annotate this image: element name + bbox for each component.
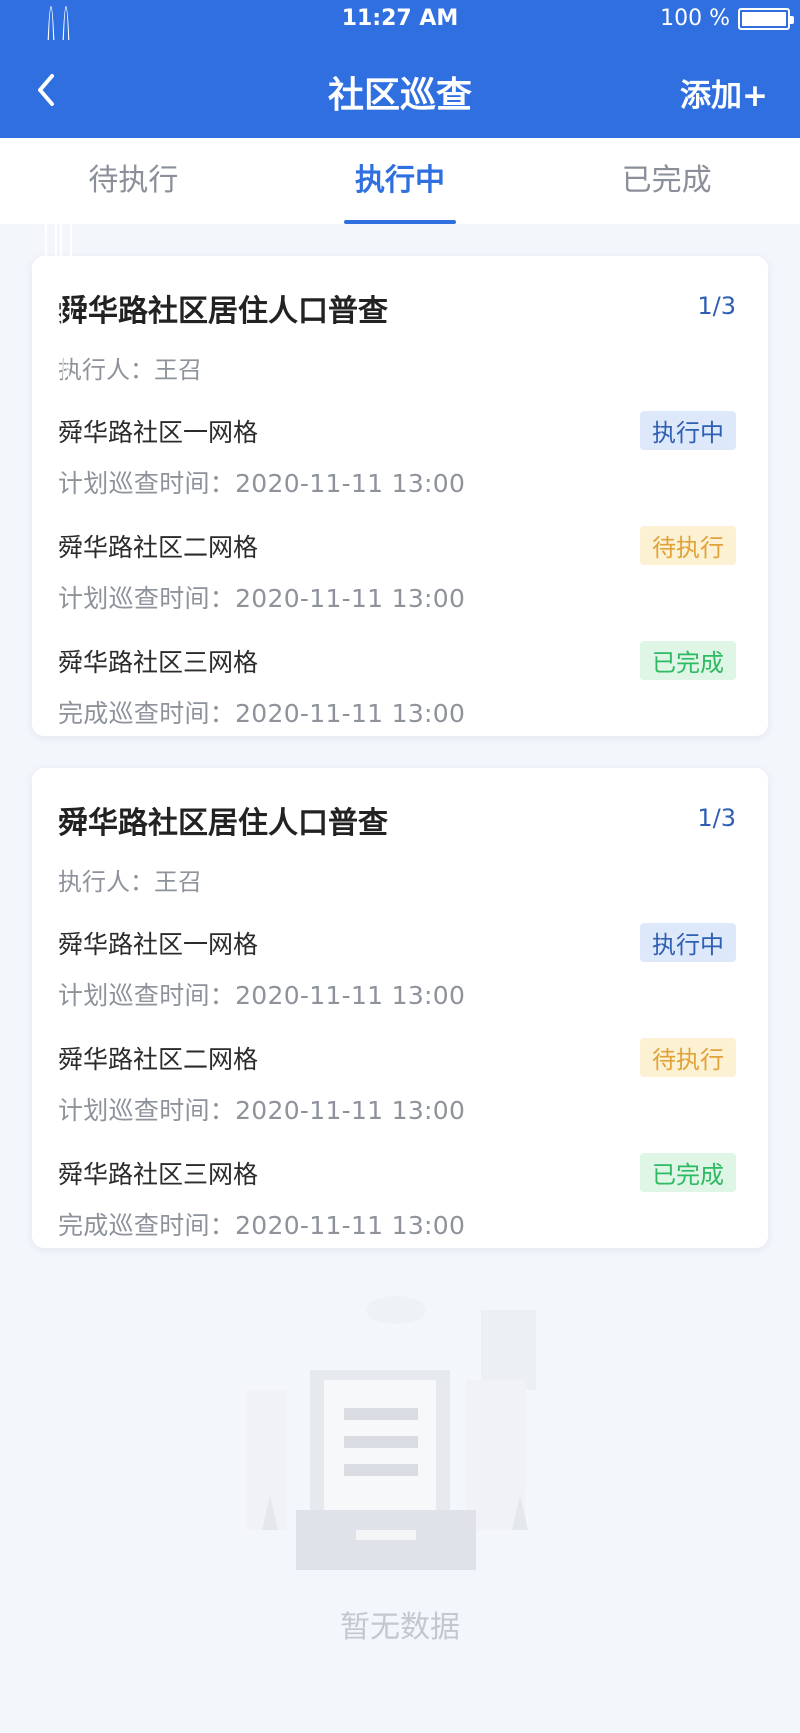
empty-document-illustration bbox=[246, 1296, 536, 1570]
nav-bar: 社区巡查 添加+ bbox=[0, 40, 800, 138]
task-item[interactable]: 舜华路社区二网格 待执行 计划巡查时间：2020-11-11 13:00 bbox=[58, 1038, 736, 1127]
status-badge: 已完成 bbox=[640, 641, 736, 680]
status-right: 100 % bbox=[660, 6, 794, 31]
empty-state: 暂无数据 bbox=[0, 1280, 800, 1680]
card-progress: 1/3 bbox=[697, 804, 736, 832]
battery-percent: 100 % bbox=[660, 6, 730, 31]
battery-icon bbox=[738, 7, 794, 30]
task-time: 计划巡查时间：2020-11-11 13:00 bbox=[58, 584, 466, 613]
add-button[interactable]: 添加+ bbox=[680, 70, 768, 115]
task-item[interactable]: 舜华路社区二网格 待执行 计划巡查时间：2020-11-11 13:00 bbox=[58, 526, 736, 615]
tab-completed[interactable]: 已完成 bbox=[533, 138, 800, 224]
task-item[interactable]: 舜华路社区三网格 已完成 完成巡查时间：2020-11-11 13:00 bbox=[58, 1153, 736, 1242]
task-name: 舜华路社区二网格 bbox=[58, 532, 259, 562]
status-badge: 待执行 bbox=[640, 526, 736, 565]
card-title: 舜华路社区居住人口普查 bbox=[58, 806, 388, 841]
status-badge: 执行中 bbox=[640, 411, 736, 450]
task-name: 舜华路社区三网格 bbox=[58, 647, 259, 677]
task-name: 舜华路社区一网格 bbox=[58, 417, 259, 447]
task-item[interactable]: 舜华路社区三网格 已完成 完成巡查时间：2020-11-11 13:00 bbox=[58, 641, 736, 730]
task-name: 舜华路社区二网格 bbox=[58, 1044, 259, 1074]
status-bar: CMCC 11:27 AM 100 % bbox=[0, 0, 800, 406]
status-badge: 待执行 bbox=[640, 1038, 736, 1077]
status-badge: 已完成 bbox=[640, 1153, 736, 1192]
tab-pending[interactable]: 待执行 bbox=[0, 138, 267, 224]
status-badge: 执行中 bbox=[640, 923, 736, 962]
task-time: 计划巡查时间：2020-11-11 13:00 bbox=[58, 469, 466, 498]
task-name: 舜华路社区一网格 bbox=[58, 929, 259, 959]
tab-bar: 待执行 执行中 已完成 bbox=[0, 138, 800, 224]
task-time: 完成巡查时间：2020-11-11 13:00 bbox=[58, 699, 466, 728]
task-item[interactable]: 舜华路社区一网格 执行中 计划巡查时间：2020-11-11 13:00 bbox=[58, 923, 736, 1012]
card-header: 舜华路社区居住人口普查 1/3 bbox=[58, 798, 736, 842]
patrol-card[interactable]: 舜华路社区居住人口普查 1/3 执行人：王召 舜华路社区一网格 执行中 计划巡查… bbox=[32, 768, 768, 1248]
task-name: 舜华路社区三网格 bbox=[58, 1159, 259, 1189]
task-time: 完成巡查时间：2020-11-11 13:00 bbox=[58, 1211, 466, 1240]
task-time: 计划巡查时间：2020-11-11 13:00 bbox=[58, 1096, 466, 1125]
card-progress: 1/3 bbox=[697, 292, 736, 320]
task-time: 计划巡查时间：2020-11-11 13:00 bbox=[58, 981, 466, 1010]
empty-state-text: 暂无数据 bbox=[340, 1610, 460, 1645]
tab-executing[interactable]: 执行中 bbox=[267, 138, 534, 224]
card-executor: 执行人：王召 bbox=[58, 868, 202, 896]
task-item[interactable]: 舜华路社区一网格 执行中 计划巡查时间：2020-11-11 13:00 bbox=[58, 411, 736, 500]
